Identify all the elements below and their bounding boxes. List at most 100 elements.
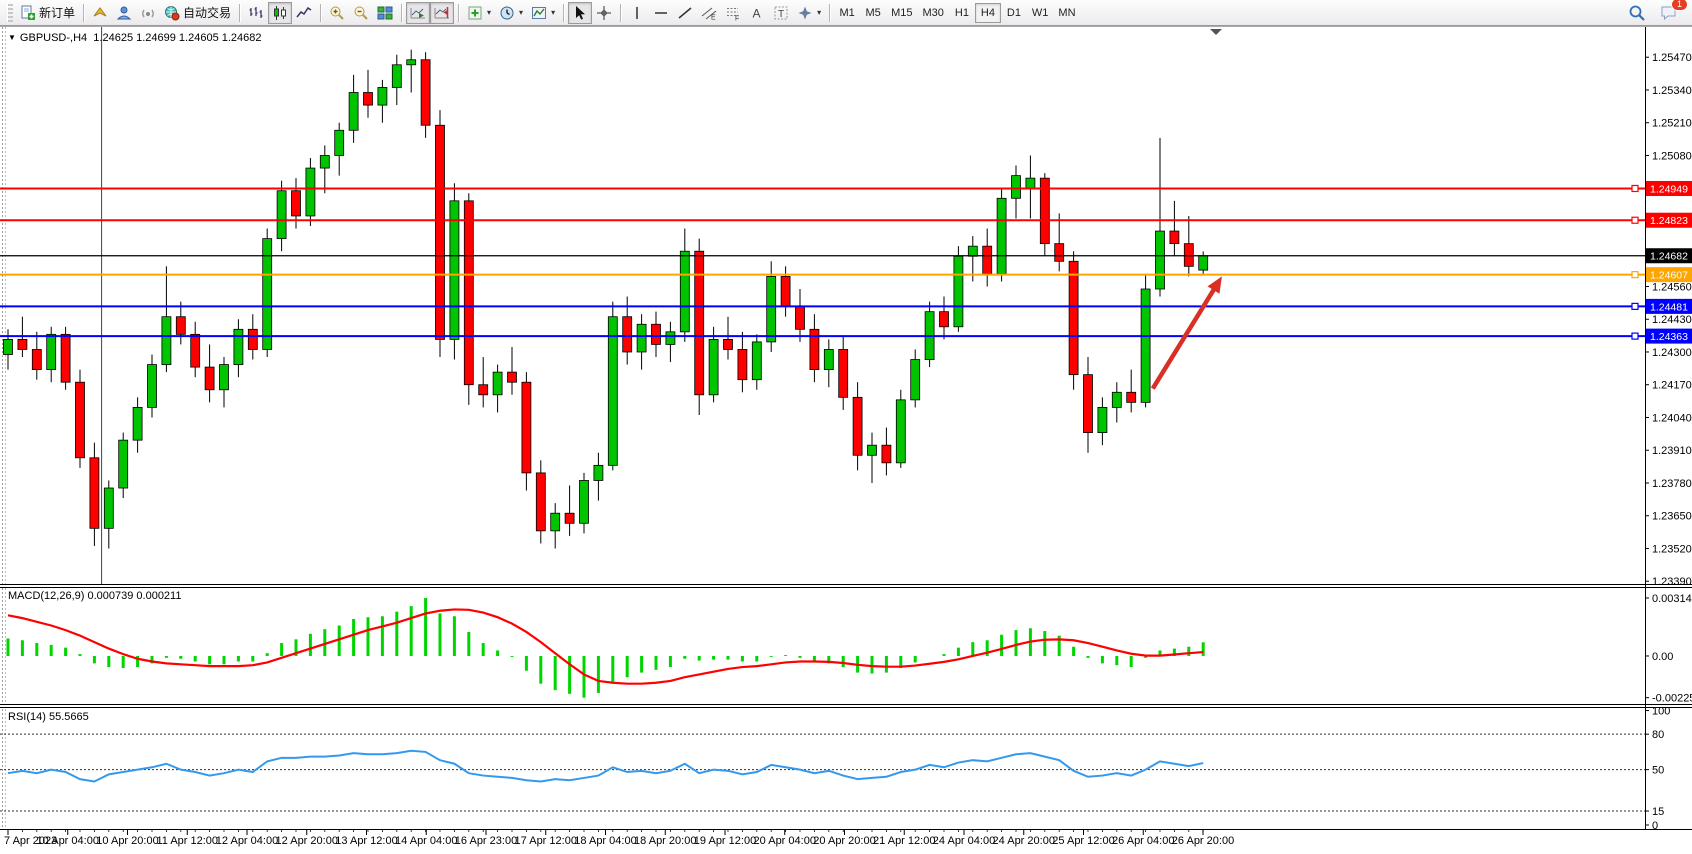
- price-tick-label: 1.23780: [1652, 478, 1692, 490]
- channel-tool-icon: E: [701, 5, 717, 21]
- time-tick-label: 18 Apr 04:00: [574, 835, 636, 847]
- price-line-badge-label: 1.24607: [1650, 270, 1688, 282]
- line-handle[interactable]: [1632, 272, 1638, 278]
- macd-tick-label: -0.002258: [1652, 693, 1692, 705]
- line-handle[interactable]: [1632, 185, 1638, 191]
- vertical-line-tool-button[interactable]: [625, 2, 649, 24]
- price-tick-label: 1.25210: [1652, 118, 1692, 130]
- line-chart-mode-button[interactable]: [292, 2, 316, 24]
- periods-button[interactable]: ▾: [495, 2, 527, 24]
- time-tick-label: 12 Apr 20:00: [276, 835, 338, 847]
- crosshair-tool-button[interactable]: [592, 2, 616, 24]
- timeframe-h4-button[interactable]: H4: [975, 3, 1001, 23]
- label-tool-icon: T: [773, 5, 789, 21]
- chevron-down-icon[interactable]: ▼: [8, 33, 16, 42]
- periods-caret-icon[interactable]: ▾: [519, 8, 523, 17]
- toolbar: 新订单 自动交易 ▾ ▾ ▾ EFAT ▾ M1M5M15M30H1H4D1W1MN 1: [0, 0, 1692, 26]
- auto-trading-icon: [164, 5, 180, 21]
- price-line-badge-label: 1.24949: [1650, 183, 1688, 195]
- price-tick-label: 1.24170: [1652, 380, 1692, 392]
- price-tick-label: 1.23520: [1652, 543, 1692, 555]
- toolbar-separator: [620, 4, 621, 22]
- cursor-tool-button[interactable]: [568, 2, 592, 24]
- indicators-caret-icon[interactable]: ▾: [487, 8, 491, 17]
- time-tick-label: 26 Apr 20:00: [1172, 835, 1234, 847]
- timeframe-m30-button[interactable]: M30: [918, 3, 949, 23]
- cursor-tool-icon: [572, 5, 588, 21]
- arrows-tool-caret-icon[interactable]: ▾: [817, 8, 821, 17]
- arrows-tool-icon: [797, 5, 813, 21]
- new-order-label: 新订单: [39, 4, 75, 21]
- line-handle[interactable]: [1632, 333, 1638, 339]
- toolbar-right-group: 1: [1624, 2, 1688, 24]
- time-tick-label: 10 Apr 20:00: [96, 835, 158, 847]
- rsi-tick-label: 15: [1652, 806, 1664, 818]
- price-tick-label: 1.23650: [1652, 511, 1692, 523]
- timeframe-h1-button[interactable]: H1: [949, 3, 975, 23]
- auto-trading-label: 自动交易: [183, 4, 231, 21]
- zoom-in-button[interactable]: [325, 2, 349, 24]
- candlestick-mode-button[interactable]: [268, 2, 292, 24]
- search-button[interactable]: [1624, 2, 1650, 24]
- bar-chart-mode-button[interactable]: [244, 2, 268, 24]
- chart-window[interactable]: 1.254701.253401.252101.250801.245601.244…: [0, 26, 1692, 853]
- svg-text:T: T: [778, 9, 784, 20]
- timeframe-m1-button[interactable]: M1: [834, 3, 860, 23]
- text-tool-button[interactable]: A: [745, 2, 769, 24]
- line-chart-mode-icon: [296, 5, 312, 21]
- chart-canvas[interactable]: 1.254701.253401.252101.250801.245601.244…: [0, 26, 1692, 853]
- line-handle[interactable]: [1632, 217, 1638, 223]
- timeframe-w1-button[interactable]: W1: [1027, 3, 1054, 23]
- chart-header: ▼GBPUSD-,H4 1.24625 1.24699 1.24605 1.24…: [8, 32, 262, 44]
- toolbar-separator: [458, 4, 459, 22]
- price-line-badge-label: 1.24682: [1650, 251, 1688, 263]
- line-handle[interactable]: [1632, 303, 1638, 309]
- rsi-label: RSI(14) 55.5665: [8, 711, 89, 723]
- timeframe-m5-button[interactable]: M5: [860, 3, 886, 23]
- timeframe-mn-button[interactable]: MN: [1053, 3, 1080, 23]
- time-tick-label: 19 Apr 12:00: [694, 835, 756, 847]
- chart-shift-button[interactable]: [430, 2, 454, 24]
- tile-windows-button[interactable]: [373, 2, 397, 24]
- community-button[interactable]: [112, 2, 136, 24]
- trendline-tool-button[interactable]: [673, 2, 697, 24]
- label-tool-button[interactable]: T: [769, 2, 793, 24]
- ohlc-values: 1.24625 1.24699 1.24605 1.24682: [93, 32, 261, 44]
- price-line-badge-label: 1.24363: [1650, 331, 1688, 343]
- chart-background: [0, 26, 1692, 853]
- time-tick-label: 16 Apr 23:00: [455, 835, 517, 847]
- indicators-button[interactable]: ▾: [463, 2, 495, 24]
- time-tick-label: 10 Apr 04:00: [37, 835, 99, 847]
- notifications-button[interactable]: 1: [1656, 2, 1682, 24]
- timeframe-m15-button[interactable]: M15: [886, 3, 917, 23]
- price-tick-label: 1.24300: [1652, 347, 1692, 359]
- horizontal-line-tool-icon: [653, 5, 669, 21]
- horizontal-line-tool-button[interactable]: [649, 2, 673, 24]
- search-icon: [1628, 4, 1646, 22]
- periods-icon: [499, 5, 515, 21]
- new-order-button[interactable]: 新订单: [16, 2, 79, 24]
- time-tick-label: 14 Apr 04:00: [395, 835, 457, 847]
- price-tick-label: 1.24430: [1652, 314, 1692, 326]
- templates-button[interactable]: ▾: [527, 2, 559, 24]
- templates-caret-icon[interactable]: ▾: [551, 8, 555, 17]
- timeframe-d1-button[interactable]: D1: [1001, 3, 1027, 23]
- zoom-in-icon: [329, 5, 345, 21]
- channel-tool-button[interactable]: E: [697, 2, 721, 24]
- auto-scroll-button[interactable]: [406, 2, 430, 24]
- fibonacci-tool-button[interactable]: F: [721, 2, 745, 24]
- arrows-tool-button[interactable]: ▾: [793, 2, 825, 24]
- svg-text:E: E: [711, 14, 716, 21]
- toolbar-separator: [563, 4, 564, 22]
- community-icon: [116, 5, 132, 21]
- indicators-icon: [467, 5, 483, 21]
- favorites-button[interactable]: [88, 2, 112, 24]
- zoom-out-button[interactable]: [349, 2, 373, 24]
- signals-icon: [140, 5, 156, 21]
- auto-trading-button[interactable]: 自动交易: [160, 2, 235, 24]
- notification-badge: 1: [1671, 0, 1688, 11]
- time-tick-label: 12 Apr 04:00: [216, 835, 278, 847]
- price-tick-label: 1.23390: [1652, 576, 1692, 588]
- price-tick-label: 1.23910: [1652, 445, 1692, 457]
- signals-button[interactable]: [136, 2, 160, 24]
